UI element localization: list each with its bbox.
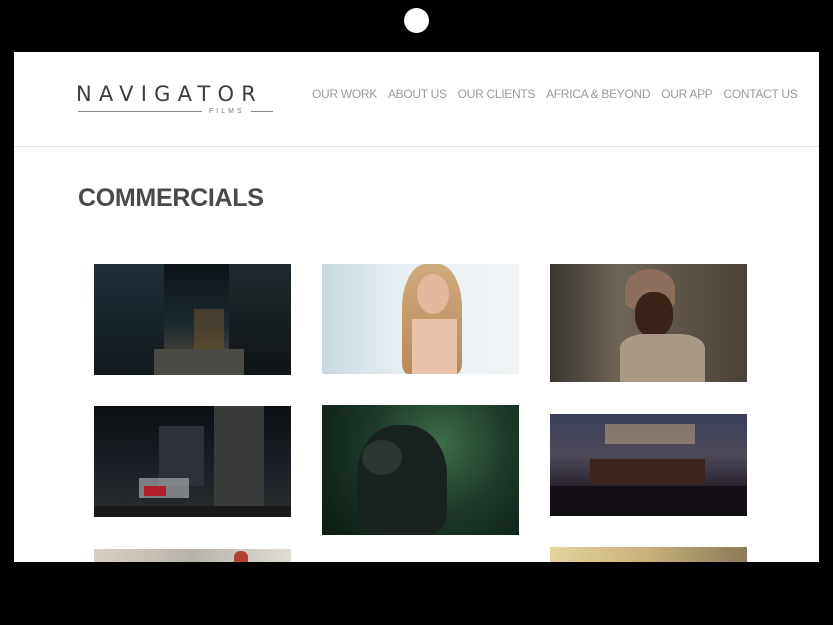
nav-our-app[interactable]: OUR APP: [661, 87, 713, 101]
nav-about-us[interactable]: ABOUT US: [388, 87, 447, 101]
navigator-films-logo[interactable]: NAVIGATOR FILMS: [76, 82, 276, 116]
logo-wordmark: NAVIGATOR: [76, 82, 264, 106]
nav-contact-us[interactable]: CONTACT US: [724, 87, 798, 101]
main-nav: OUR WORK ABOUT US OUR CLIENTS AFRICA & B…: [312, 87, 798, 101]
page-title: COMMERCIALS: [78, 184, 264, 212]
thumbnail-partial-2[interactable]: [550, 547, 747, 562]
nav-our-work[interactable]: OUR WORK: [312, 87, 377, 101]
thumbnail-child-portrait[interactable]: [550, 264, 747, 382]
thumbnail-gorilla-jungle[interactable]: [322, 405, 519, 535]
logo-rule-right: [251, 111, 273, 112]
thumbnail-red-car-city-night[interactable]: [94, 406, 291, 517]
thumbnail-woman-portrait[interactable]: [322, 264, 519, 374]
thumbnail-city-street-night[interactable]: [94, 264, 291, 375]
logo-subtitle: FILMS: [209, 108, 245, 115]
thumbnail-partial-1[interactable]: [94, 549, 291, 562]
thumbnail-orchestra-hall[interactable]: [550, 414, 747, 516]
camera-dot: [404, 8, 429, 33]
site-header: NAVIGATOR FILMS OUR WORK ABOUT US OUR CL…: [14, 52, 819, 147]
logo-rule-left: [78, 111, 202, 112]
nav-africa-beyond[interactable]: AFRICA & BEYOND: [546, 87, 651, 101]
browser-viewport: NAVIGATOR FILMS OUR WORK ABOUT US OUR CL…: [14, 52, 819, 562]
nav-our-clients[interactable]: OUR CLIENTS: [458, 87, 536, 101]
